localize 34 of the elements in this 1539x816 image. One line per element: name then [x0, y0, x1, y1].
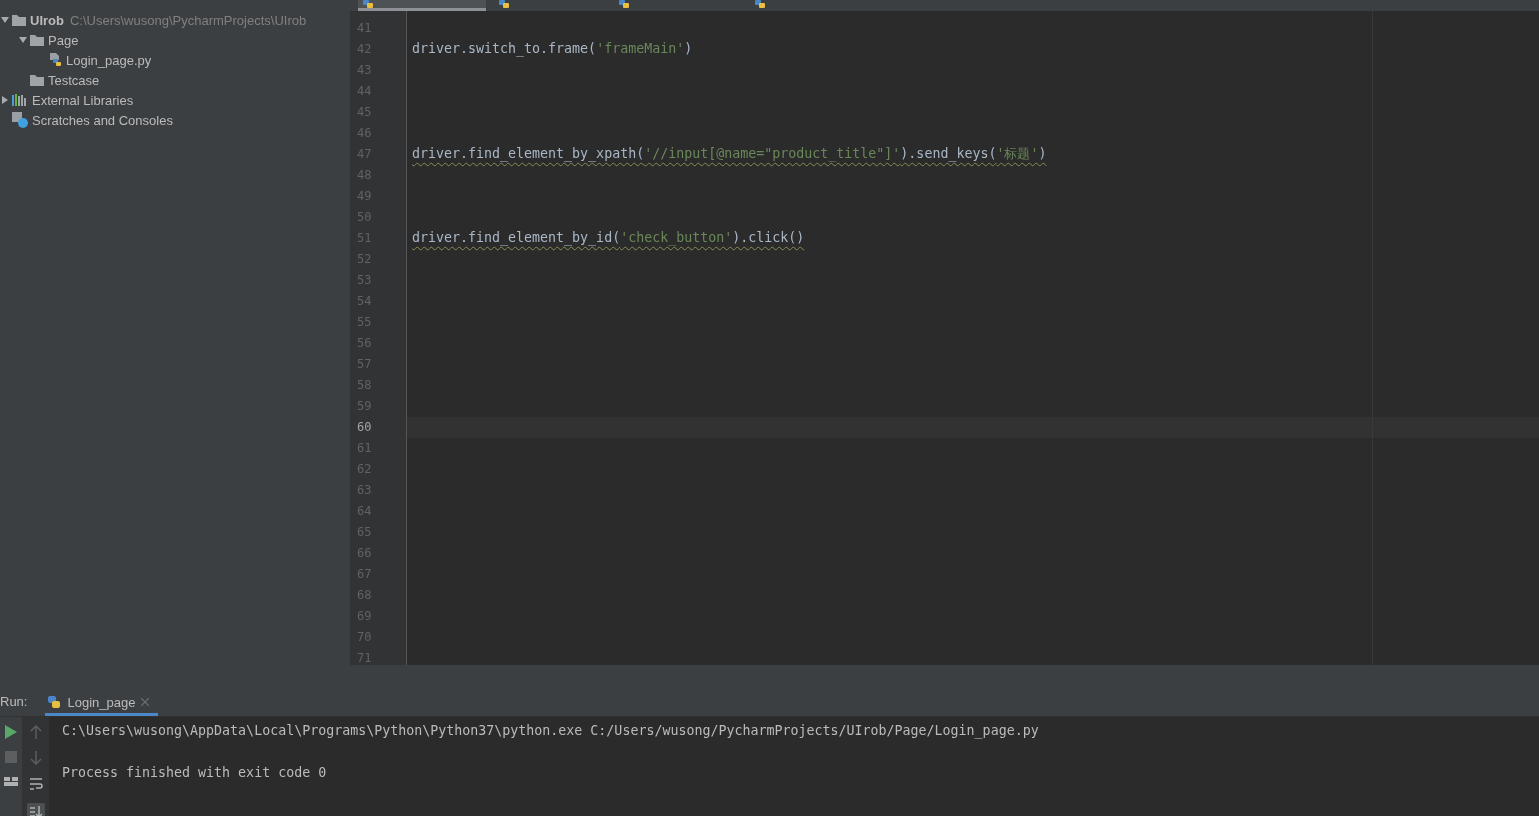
line-number: 60 [356, 419, 373, 436]
scratch-icon [12, 112, 28, 128]
python-file-icon [618, 0, 630, 9]
folder-path: C:\Users\wusong\PycharmProjects\UIrob [69, 12, 307, 28]
folder-icon [30, 74, 44, 86]
expanded-arrow-icon[interactable] [19, 36, 27, 44]
python-file-icon [362, 0, 374, 9]
library-icon [12, 94, 28, 106]
run-icon[interactable] [5, 725, 17, 739]
code-line: driver.find_element_by_id('check_button').click() [412, 229, 805, 248]
editor-tab[interactable] [358, 0, 486, 11]
python-icon [47, 695, 62, 709]
soft-wrap-icon[interactable] [28, 777, 43, 791]
output-line: C:\Users\wusong\AppData\Local\Programs\Python\Python37\python.exe C:/Users/wusong/PycharmProjects/UIrob/Page/Login_page.py [62, 722, 1039, 741]
folder-icon [30, 34, 44, 46]
scroll-to-end-button[interactable] [26, 803, 45, 816]
tree-item[interactable]: Login_page.py [66, 52, 152, 68]
expanded-arrow-icon[interactable] [1, 16, 9, 24]
python-file-icon [498, 0, 510, 9]
scroll-to-end-icon [28, 805, 43, 816]
tree-item[interactable]: Testcase [48, 72, 100, 88]
tree-item[interactable]: External Libraries [32, 92, 134, 108]
output-line: Process finished with exit code 0 [62, 764, 328, 782]
tree-item[interactable]: UIrob [30, 12, 64, 28]
python-file-icon [754, 0, 766, 9]
folder-icon [12, 14, 26, 26]
tree-item[interactable]: Scratches and Consoles [32, 112, 173, 128]
code-line: driver.find_element_by_xpath('//input[@name="product_title"]').send_keys('标题') [412, 145, 1047, 164]
code-line: driver.switch_to.frame('frameMain') [412, 40, 693, 59]
tree-item[interactable]: Page [48, 32, 79, 48]
python-file-icon [48, 53, 62, 67]
collapsed-arrow-icon[interactable] [1, 96, 9, 104]
layout-icon[interactable] [4, 775, 18, 787]
run-label: Run: [0, 693, 29, 711]
